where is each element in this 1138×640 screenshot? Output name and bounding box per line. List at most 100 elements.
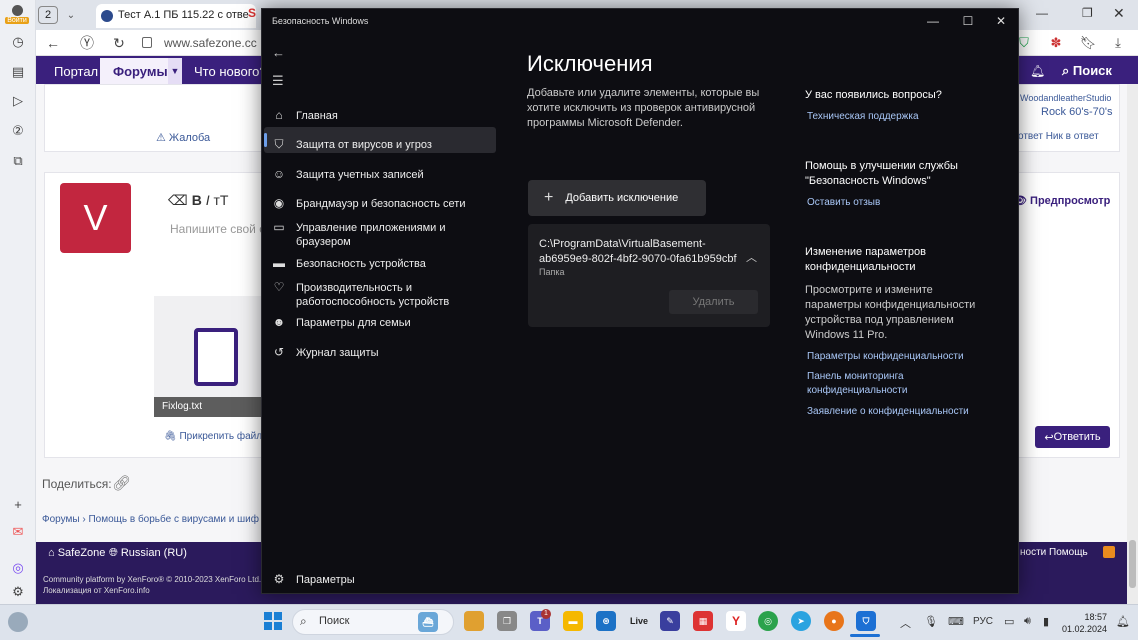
reply-links[interactable]: ответ Ник в ответ <box>1018 131 1099 142</box>
yandex-browser-icon[interactable]: Y <box>726 611 746 631</box>
nav-item-7[interactable]: ☻ Параметры для семьи <box>262 312 497 336</box>
complaint-link[interactable]: ⚠ Жалоба <box>156 131 210 144</box>
sidebar-settings-icon[interactable]: ⚙ <box>8 582 28 602</box>
delete-exclusion-button[interactable]: Удалить <box>669 290 758 314</box>
yandex-icon[interactable]: Ⓨ <box>78 34 96 52</box>
store-icon[interactable]: ⊛ <box>596 611 616 631</box>
start-button[interactable] <box>264 612 282 630</box>
nav-item-6[interactable]: ♡ Производительность и работоспособность … <box>262 277 497 308</box>
shield-icon: ⛉ <box>274 137 284 151</box>
chevron-down-icon[interactable]: ▼ <box>168 58 182 84</box>
network-icon[interactable]: ▭ <box>1004 615 1014 628</box>
nav-item-8[interactable]: ↺ Журнал защиты <box>262 342 497 366</box>
maximize-icon[interactable]: ☐ <box>953 12 983 30</box>
tab-count[interactable]: 2 <box>38 6 58 24</box>
drawing-app-icon[interactable]: ✎ <box>660 611 680 631</box>
nav-portal[interactable]: Портал <box>54 64 98 79</box>
add-exclusion-button[interactable]: + Добавить исключение <box>528 180 706 216</box>
hamburger-icon[interactable]: ☰ <box>272 73 284 89</box>
mail-icon[interactable]: ✉ <box>8 522 28 542</box>
footer-safezone[interactable]: ⌂ SafeZone <box>48 547 105 559</box>
file-explorer-icon[interactable]: ▬ <box>563 611 583 631</box>
nav-forums[interactable]: Форумы <box>100 58 172 84</box>
nav-item-0[interactable]: ⌂ Главная <box>262 105 497 129</box>
history-icon[interactable]: ◷ <box>8 32 28 52</box>
back-arrow-icon[interactable]: ← <box>272 45 285 60</box>
privacy-statement-link[interactable]: Заявление о конфиденциальности <box>807 405 1007 419</box>
url-field[interactable]: www.safezone.cc <box>164 36 257 50</box>
text-size-icon[interactable]: тT <box>213 192 228 208</box>
page-scrollbar[interactable] <box>1127 84 1138 604</box>
footer-language[interactable]: 🌐︎ Russian (RU) <box>109 547 187 560</box>
language-indicator[interactable]: РУС <box>973 616 993 627</box>
tabs-2-icon[interactable]: ② <box>8 121 28 141</box>
clock[interactable]: 18:57 01.02.2024 <box>1059 611 1107 635</box>
login-button[interactable]: Войти <box>5 2 29 26</box>
ship-widget-icon[interactable]: ⛴ <box>418 612 438 632</box>
task-view-icon[interactable]: ❐ <box>497 611 517 631</box>
notification-icon[interactable]: 🔔︎ <box>1116 615 1130 628</box>
calendar-icon[interactable]: ▦ <box>693 611 713 631</box>
telegram-icon[interactable]: ➤ <box>791 611 811 631</box>
keyboard-icon[interactable]: ⌨ <box>948 615 964 628</box>
chrome-icon[interactable]: ◎ <box>758 611 778 631</box>
download-icon[interactable]: ⤓ <box>1110 35 1126 51</box>
nav-item-5[interactable]: ▬ Безопасность устройства <box>262 253 497 277</box>
nav-search[interactable]: ⌕ Поиск <box>1062 63 1112 79</box>
tech-support-link[interactable]: Техническая поддержка <box>807 110 1007 124</box>
privacy-dashboard-link[interactable]: Панель мониторинга конфиденциальности <box>807 370 957 398</box>
nav-whats-new[interactable]: Что нового? <box>194 64 267 79</box>
bold-icon[interactable]: B <box>192 192 202 208</box>
signature-woodland[interactable]: WoodandleatherStudio <box>1020 93 1111 103</box>
nav-item-3[interactable]: ◉ Брандмауэр и безопасность сети <box>262 193 497 217</box>
breadcrumb[interactable]: Форумы › Помощь в борьбе с вирусами и ши… <box>42 514 259 525</box>
close-icon[interactable]: ✕ <box>986 12 1016 30</box>
reload-icon[interactable]: ↻ <box>110 34 128 52</box>
restore-browser-icon[interactable]: ❐ <box>1082 6 1093 20</box>
extension-icon[interactable]: ✽ <box>1048 35 1064 51</box>
editor-placeholder[interactable]: Напишите свой о <box>170 222 266 236</box>
chevron-up-icon[interactable]: ︿ <box>746 249 757 265</box>
copilot-icon[interactable] <box>464 611 484 631</box>
tab-1[interactable]: Тест А.1 ПБ 115.22 с отве <box>96 4 256 28</box>
rss-icon[interactable] <box>1103 546 1115 558</box>
editor-toolbar[interactable]: ⌫ B I тT <box>168 192 228 209</box>
signature-rock[interactable]: Rock 60's-70's <box>1041 106 1112 118</box>
nav-item-2[interactable]: ☺ Защита учетных записей <box>262 164 497 188</box>
back-icon[interactable]: ← <box>44 34 62 52</box>
family-icon: ☻ <box>272 315 286 329</box>
bookmark-icon[interactable]: 🔖︎ <box>1080 35 1097 51</box>
close-browser-icon[interactable]: ✕ <box>1113 5 1125 22</box>
reply-button[interactable]: ↩ Ответить <box>1035 426 1110 448</box>
live-icon[interactable]: Live <box>629 611 649 631</box>
volume-icon[interactable]: 🔊︎ <box>1024 615 1031 628</box>
eraser-icon[interactable]: ⌫ <box>168 192 188 208</box>
screenshot-icon[interactable]: ⧉ <box>8 151 28 171</box>
weather-icon[interactable] <box>8 612 28 632</box>
microphone-icon[interactable]: 🎙︎ <box>924 615 938 628</box>
scrollbar-thumb[interactable] <box>1129 540 1136 588</box>
tab-2[interactable]: S <box>248 6 256 20</box>
minimize-icon[interactable]: — <box>918 12 948 30</box>
italic-icon[interactable]: I <box>206 192 210 208</box>
alice-icon[interactable]: ◎ <box>8 558 28 578</box>
bell-icon[interactable]: 🔔︎ <box>1030 64 1045 78</box>
minimize-browser-icon[interactable]: — <box>1036 6 1048 20</box>
preview-button[interactable]: 👁︎ Предпросмотр <box>1013 194 1110 207</box>
feedback-link[interactable]: Оставить отзыв <box>807 196 1007 210</box>
battery-icon[interactable]: ▮ <box>1043 615 1049 628</box>
recording-app-icon[interactable]: ● <box>824 611 844 631</box>
nav-settings[interactable]: ⚙ Параметры <box>262 569 497 593</box>
collections-icon[interactable]: ▤ <box>8 62 28 82</box>
windows-security-taskbar-icon[interactable]: ⛉ <box>856 611 876 631</box>
privacy-settings-link[interactable]: Параметры конфиденциальности <box>807 350 1007 364</box>
nav-item-1[interactable]: ⛉ Защита от вирусов и угроз <box>262 134 497 158</box>
chevron-down-icon[interactable]: ⌄ <box>62 6 80 24</box>
attach-file-link[interactable]: 🖇︎ Прикрепить файл <box>164 431 262 442</box>
video-icon[interactable]: ▷ <box>8 91 28 111</box>
footer-links[interactable]: ности Помощь <box>1020 547 1088 558</box>
nav-item-4[interactable]: ▭ Управление приложениями и браузером <box>262 217 497 248</box>
link-icon[interactable]: 🔗︎ <box>112 474 131 492</box>
add-icon[interactable]: + <box>8 494 28 514</box>
chevron-up-icon[interactable]: ︿ <box>900 615 911 631</box>
